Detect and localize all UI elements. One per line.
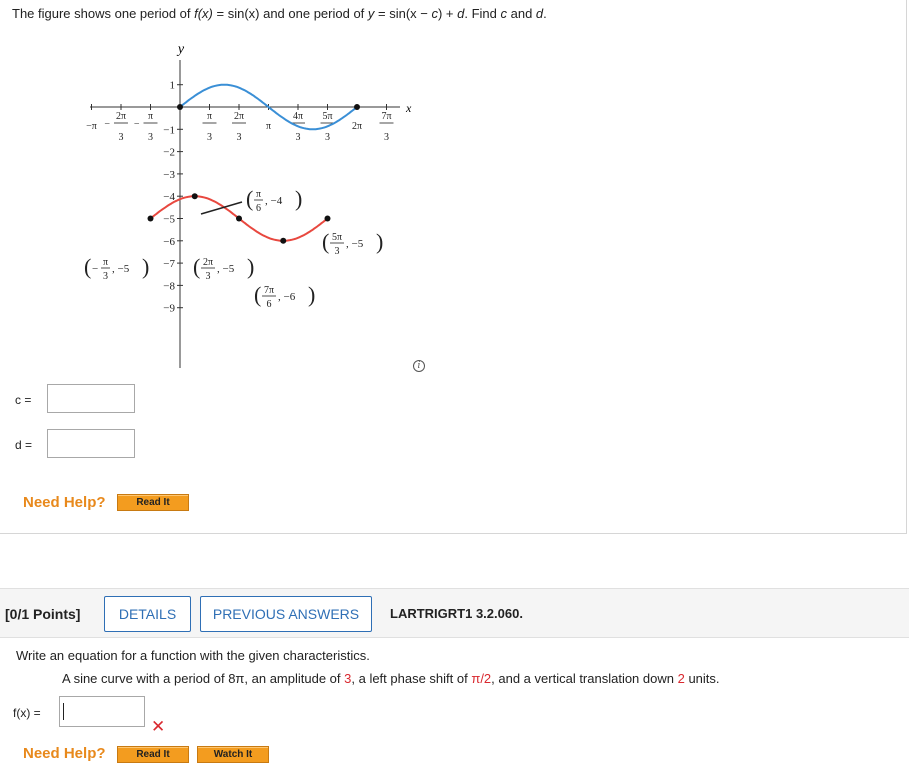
numerator: 5π bbox=[332, 232, 342, 243]
paren-open: ( bbox=[322, 229, 329, 254]
point-label: (7π 6 , −6) bbox=[254, 282, 315, 310]
y-value: , −5 bbox=[112, 263, 130, 275]
y-tick-label: −7 bbox=[163, 258, 175, 270]
y-tick-label: −8 bbox=[163, 280, 175, 292]
x-tick-label: π bbox=[266, 121, 271, 132]
denominator: 3 bbox=[335, 246, 340, 257]
point-label: (5π 3 , −5) bbox=[322, 229, 383, 257]
denominator: 3 bbox=[103, 271, 108, 282]
point-leader-line bbox=[200, 201, 243, 215]
x-tick-label: 4π bbox=[293, 111, 303, 122]
x-tick-label: π bbox=[148, 111, 153, 122]
denominator: 3 bbox=[206, 271, 211, 282]
y-tick-label: −1 bbox=[163, 124, 175, 136]
y-tick-label: −5 bbox=[163, 214, 175, 226]
shifted-point bbox=[324, 215, 331, 222]
function-graph: y x 1−1−2−3−4−5−6−7−8−9 −π2π3−π3−π32π3π4… bbox=[84, 42, 412, 368]
x-tick-label: 5π bbox=[322, 111, 332, 122]
y-value: , −5 bbox=[217, 263, 235, 275]
y-tick-label: 1 bbox=[170, 80, 176, 92]
x-tick-label: 3 bbox=[119, 132, 124, 143]
denominator: 6 bbox=[256, 203, 261, 214]
numerator: π bbox=[103, 257, 108, 268]
question-code: LARTRIGRT1 3.2.060. bbox=[390, 606, 523, 621]
x-tick-label: 3 bbox=[148, 132, 153, 143]
c-label: c = bbox=[15, 393, 32, 407]
y-axis-label: y bbox=[176, 42, 185, 57]
text-cursor bbox=[63, 703, 64, 720]
x-tick-label: 7π bbox=[381, 111, 391, 122]
fx-answer-input[interactable] bbox=[59, 696, 145, 727]
details-button[interactable]: DETAILS bbox=[104, 596, 191, 632]
paren-close: ) bbox=[308, 282, 315, 307]
paren-open: ( bbox=[254, 282, 261, 307]
d-label: d = bbox=[15, 438, 33, 452]
paren-close: ) bbox=[142, 254, 149, 279]
shifted-point bbox=[280, 237, 287, 244]
paren-close: ) bbox=[247, 254, 254, 279]
points-label: [0/1 Points] bbox=[5, 606, 81, 622]
y-value: , −5 bbox=[346, 238, 364, 250]
read-it-button[interactable]: Read It bbox=[117, 494, 189, 511]
paren-close: ) bbox=[295, 186, 302, 211]
question2-characteristics: A sine curve with a period of 8π, an amp… bbox=[62, 671, 720, 686]
incorrect-x-icon: ✕ bbox=[151, 717, 166, 736]
paren-open: ( bbox=[193, 254, 200, 279]
x-tick-label: 3 bbox=[384, 132, 389, 143]
x-tick-label: π bbox=[207, 111, 212, 122]
y-value: , −6 bbox=[278, 291, 296, 303]
x-tick-label: 2π bbox=[352, 121, 362, 132]
y-tick-label: −9 bbox=[163, 303, 175, 315]
x-tick-sign: − bbox=[134, 119, 140, 130]
need-help-label-2: Need Help? bbox=[23, 745, 106, 762]
need-help-label: Need Help? bbox=[23, 494, 106, 511]
x-tick-label: 2π bbox=[234, 111, 244, 122]
x-tick-label: 2π bbox=[116, 111, 126, 122]
shifted-point bbox=[147, 215, 154, 222]
point-label: (π 6 , −4) bbox=[246, 186, 302, 214]
previous-answers-button[interactable]: PREVIOUS ANSWERS bbox=[200, 596, 372, 632]
numerator: 7π bbox=[264, 285, 274, 296]
x-tick-label: 3 bbox=[296, 132, 301, 143]
shifted-point bbox=[191, 193, 198, 200]
sin-point bbox=[354, 104, 360, 110]
sign: − bbox=[92, 263, 98, 275]
point-label: (−π 3 , −5) bbox=[84, 254, 149, 282]
y-tick-label: −3 bbox=[163, 169, 175, 181]
numerator: π bbox=[256, 189, 261, 200]
x-tick-label: −π bbox=[86, 121, 97, 132]
numerator: 2π bbox=[203, 257, 213, 268]
sin-point bbox=[177, 104, 183, 110]
paren-close: ) bbox=[376, 229, 383, 254]
denominator: 6 bbox=[267, 299, 272, 310]
question2-prompt: Write an equation for a function with th… bbox=[16, 648, 370, 663]
x-axis-label: x bbox=[405, 101, 412, 115]
x-ticks: −π2π3−π3−π32π3π4π35π32π7π3 bbox=[86, 104, 394, 143]
shifted-point bbox=[236, 215, 242, 222]
info-icon[interactable]: i bbox=[413, 360, 425, 372]
fx-label: f(x) = bbox=[13, 706, 41, 720]
y-tick-label: −2 bbox=[163, 147, 175, 159]
paren-open: ( bbox=[84, 254, 91, 279]
x-tick-sign: − bbox=[104, 119, 110, 130]
x-tick-label: 3 bbox=[237, 132, 242, 143]
paren-open: ( bbox=[246, 186, 253, 211]
y-value: , −4 bbox=[265, 195, 283, 207]
c-answer-input[interactable] bbox=[47, 384, 135, 413]
y-tick-label: −6 bbox=[163, 236, 175, 248]
watch-it-button[interactable]: Watch It bbox=[197, 746, 269, 763]
point-label: (2π 3 , −5) bbox=[193, 254, 254, 282]
x-tick-label: 3 bbox=[325, 132, 330, 143]
d-answer-input[interactable] bbox=[47, 429, 135, 458]
x-tick-label: 3 bbox=[207, 132, 212, 143]
read-it-button-2[interactable]: Read It bbox=[117, 746, 189, 763]
